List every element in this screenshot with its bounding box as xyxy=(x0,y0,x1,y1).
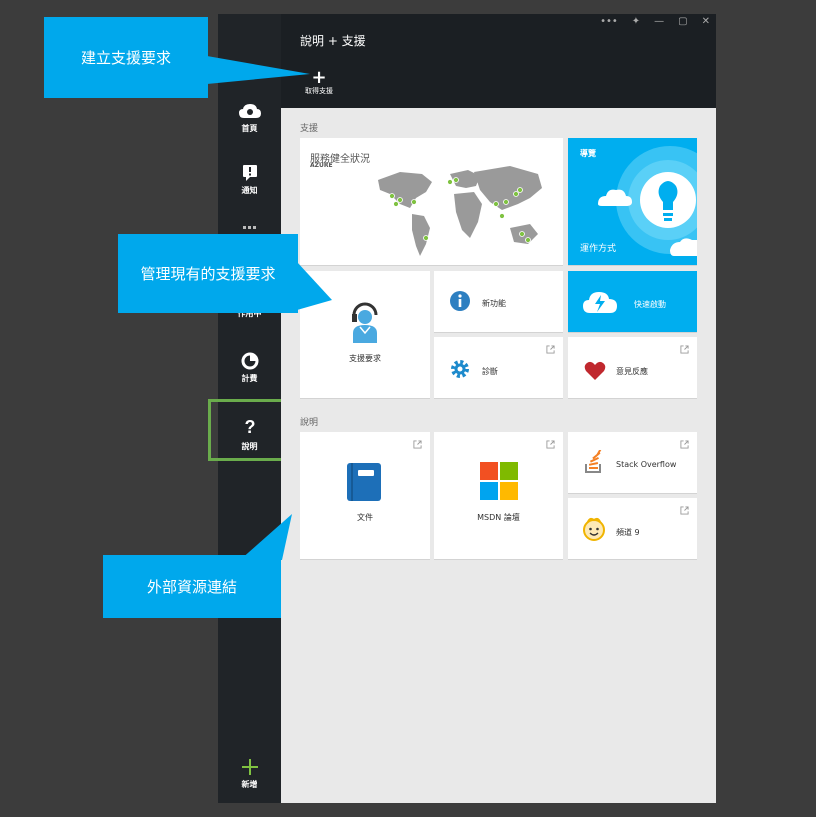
callout-pointers xyxy=(207,56,332,560)
external-links-callout: 外部資源連結 xyxy=(103,555,281,618)
create-support-callout-text: 建立支援要求 xyxy=(80,49,171,67)
manage-support-callout: 管理現有的支援要求 xyxy=(118,234,298,313)
external-links-callout-text: 外部資源連結 xyxy=(146,578,237,596)
manage-support-callout-text: 管理現有的支援要求 xyxy=(140,265,276,283)
create-support-callout: 建立支援要求 xyxy=(44,17,208,98)
